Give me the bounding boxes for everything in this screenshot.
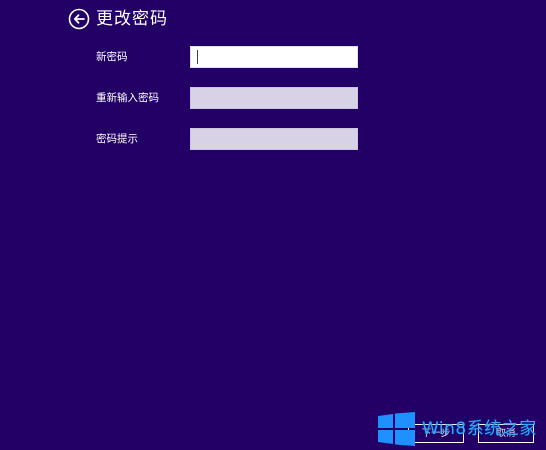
cancel-button[interactable]: 取消 — [478, 424, 534, 443]
page-title: 更改密码 — [96, 9, 168, 29]
new-password-label: 新密码 — [96, 51, 128, 63]
confirm-password-label: 重新输入密码 — [96, 92, 159, 104]
back-button[interactable] — [68, 8, 90, 30]
text-caret — [197, 50, 198, 64]
new-password-field[interactable] — [190, 46, 358, 68]
password-hint-label: 密码提示 — [96, 133, 138, 145]
next-button[interactable]: 下一步 — [408, 424, 464, 443]
back-arrow-circle-icon — [68, 8, 90, 30]
password-hint-field[interactable] — [190, 128, 358, 150]
confirm-password-field[interactable] — [190, 87, 358, 109]
